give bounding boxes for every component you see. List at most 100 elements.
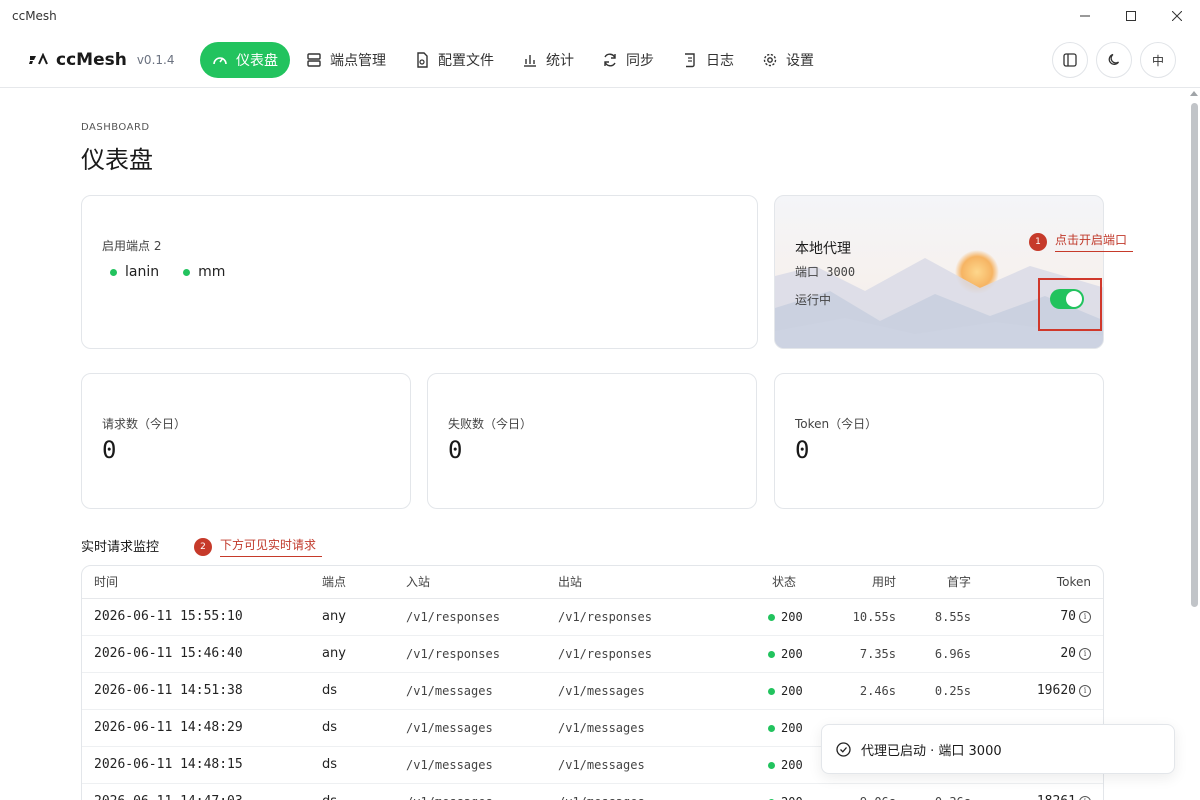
sync-icon	[604, 53, 616, 66]
info-icon[interactable]: i	[1079, 684, 1091, 697]
cell-token: 18261i	[971, 783, 1103, 800]
proxy-status: 运行中	[795, 293, 832, 307]
minimize-button[interactable]	[1062, 0, 1108, 32]
main-content: DASHBOARD 仪表盘 启用端点 2 lanin mm 本地代理 端口 30…	[0, 88, 1188, 800]
window-titlebar: ccMesh	[0, 0, 1200, 32]
nav-label: 端点管理	[330, 52, 386, 69]
annotation-text: 下方可见实时请求	[220, 536, 323, 557]
cell-time: 2026-06-11 14:48:15	[82, 746, 322, 784]
status-code: 200	[781, 795, 803, 800]
enabled-endpoints-card: 启用端点 2 lanin mm	[81, 195, 758, 349]
brand-name: ccMesh	[56, 49, 127, 70]
maximize-button[interactable]	[1108, 0, 1154, 32]
stat-card-tokens: Token（今日） 0	[774, 373, 1104, 509]
nav-label: 同步	[626, 52, 654, 69]
window-controls	[1062, 0, 1200, 32]
brand[interactable]: ccMesh v0.1.4	[28, 50, 200, 70]
stat-value: 0	[448, 436, 463, 464]
cell-endpoint: any	[322, 598, 406, 636]
nav-item-config-files[interactable]: 配置文件	[402, 42, 506, 78]
annotation-highlight-box	[1038, 278, 1102, 331]
cell-duration: 9.06s	[838, 783, 896, 800]
token-value: 20	[1060, 646, 1076, 661]
nav-item-stats[interactable]: 统计	[510, 42, 586, 78]
stat-card-failures: 失败数（今日） 0	[427, 373, 757, 509]
language-button[interactable]: 中	[1140, 42, 1176, 78]
stat-value: 0	[795, 436, 810, 464]
token-value: 19620	[1036, 683, 1076, 698]
proxy-title: 本地代理	[795, 241, 851, 257]
logo-icon	[29, 52, 48, 64]
gauge-icon	[213, 56, 227, 64]
vertical-scrollbar[interactable]	[1190, 88, 1198, 800]
info-icon[interactable]: i	[1079, 610, 1091, 623]
status-code: 200	[781, 609, 803, 624]
check-circle-icon	[836, 741, 851, 757]
token-value: 70	[1060, 609, 1076, 624]
info-icon[interactable]: i	[1079, 647, 1091, 660]
endpoint-name: mm	[198, 264, 226, 280]
table-row[interactable]: 2026-06-11 15:55:10 any/v1/responses/v1/r…	[82, 598, 1103, 636]
annotation-text: 点击开启端口	[1055, 231, 1134, 252]
status-code: 200	[781, 683, 803, 698]
close-button[interactable]	[1154, 0, 1200, 32]
cell-first-token: 0.25s	[896, 672, 971, 710]
endpoint-list: lanin mm	[110, 264, 225, 280]
cell-time: 2026-06-11 15:46:40	[82, 635, 322, 673]
cell-outbound: /v1/responses	[558, 598, 768, 636]
cell-endpoint: any	[322, 635, 406, 673]
endpoint-name: lanin	[125, 264, 160, 280]
col-header-duration: 用时	[838, 566, 896, 599]
cell-inbound: /v1/responses	[406, 635, 558, 673]
moon-icon	[1108, 53, 1120, 65]
nav-label: 仪表盘	[236, 52, 278, 69]
scroll-log-icon	[685, 52, 695, 67]
table-header-row: 时间 端点 入站 出站 状态 用时 首字 Token	[82, 566, 1103, 599]
window-title: ccMesh	[12, 9, 57, 23]
nav-label: 配置文件	[438, 52, 494, 69]
cell-token: 19620 i	[971, 672, 1103, 710]
col-header-status: 状态	[768, 566, 838, 599]
cell-duration: 10.55s	[838, 598, 896, 636]
nav-item-sync[interactable]: 同步	[590, 42, 666, 78]
table-row[interactable]: 2026-06-11 15:46:40 any/v1/responses/v1/r…	[82, 635, 1103, 673]
page-title: 仪表盘	[81, 146, 153, 174]
cell-endpoint: ds	[322, 746, 406, 784]
scroll-up-arrow-icon[interactable]	[1190, 91, 1198, 96]
cell-inbound: /v1/messages	[406, 746, 558, 784]
theme-toggle-button[interactable]	[1096, 42, 1132, 78]
cell-outbound: /v1/messages	[558, 709, 768, 747]
sidebar-panel-icon	[1063, 53, 1077, 67]
endpoint-item: mm	[183, 264, 225, 280]
table-row[interactable]: 2026-06-11 14:51:38 ds/v1/messages/v1/mes…	[82, 672, 1103, 710]
cell-endpoint: ds	[322, 672, 406, 710]
annotation-2: 2 下方可见实时请求	[194, 536, 323, 557]
cell-first-token: 6.96s	[896, 635, 971, 673]
nav-item-endpoints[interactable]: 端点管理	[294, 42, 398, 78]
toast-message: 代理已启动 · 端口 3000	[861, 743, 1002, 759]
bar-chart-icon	[524, 54, 536, 67]
table-row[interactable]: 2026-06-11 14:47:03ds/v1/messages/v1/mes…	[82, 783, 1103, 800]
cell-first-token: 8.55s	[896, 598, 971, 636]
cell-status: 200	[768, 783, 838, 800]
stat-label: Token（今日）	[795, 417, 878, 431]
status-code: 200	[781, 720, 803, 735]
cell-time: 2026-06-11 14:51:38	[82, 672, 322, 710]
info-icon[interactable]: i	[1079, 795, 1091, 800]
brand-version: v0.1.4	[136, 52, 175, 67]
sidebar-toggle-button[interactable]	[1052, 42, 1088, 78]
stat-card-requests: 请求数（今日） 0	[81, 373, 411, 509]
toast-notification: 代理已启动 · 端口 3000	[821, 724, 1175, 774]
cell-token: 70 i	[971, 598, 1103, 636]
nav-item-dashboard[interactable]: 仪表盘	[200, 41, 290, 78]
status-code: 200	[781, 646, 803, 661]
stat-value: 0	[102, 436, 117, 464]
col-header-time: 时间	[82, 566, 322, 599]
status-dot	[768, 724, 775, 732]
nav-item-logs[interactable]: 日志	[670, 42, 746, 78]
scrollbar-thumb[interactable]	[1191, 103, 1198, 607]
nav-item-settings[interactable]: 设置	[750, 42, 826, 78]
status-dot	[768, 613, 775, 621]
col-header-endpoint: 端点	[322, 566, 406, 599]
file-config-icon	[417, 51, 428, 68]
